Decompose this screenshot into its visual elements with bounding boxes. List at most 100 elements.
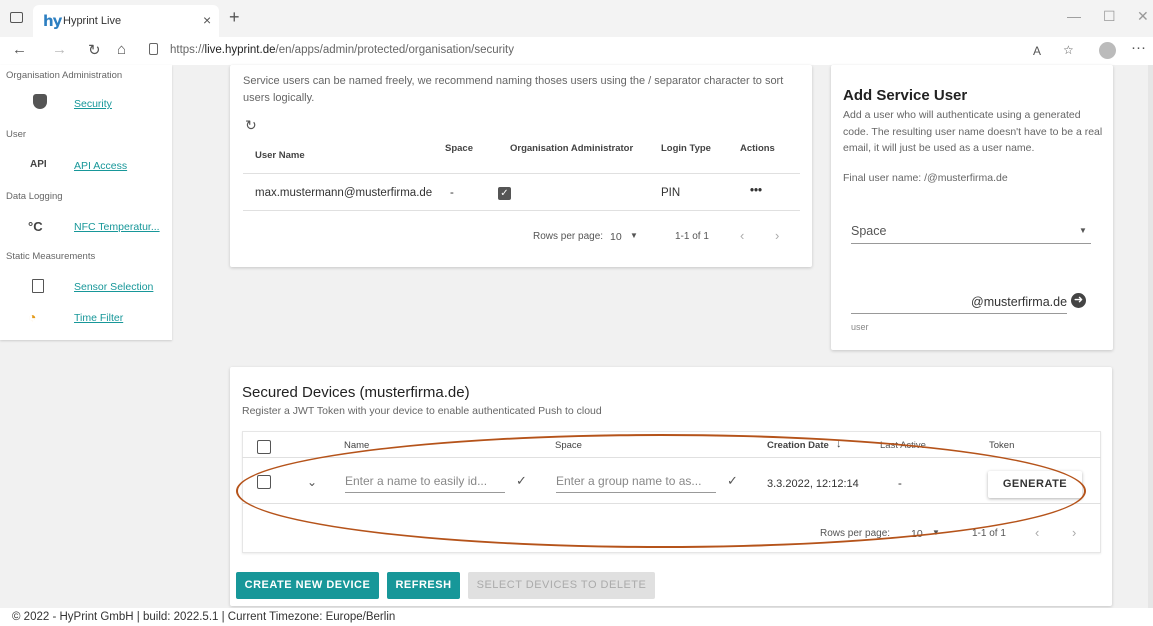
column-header-last-active[interactable]: Last Active — [880, 440, 926, 451]
address-bar: ← → ↻ ⌂ https://live.hyprint.de/en/apps/… — [0, 37, 1153, 65]
cell-last-active: - — [898, 478, 902, 490]
secured-devices-card: Secured Devices (musterfirma.de) Registe… — [230, 367, 1112, 606]
document-icon — [32, 279, 44, 293]
rows-per-page-select[interactable]: 10 — [610, 231, 622, 243]
time-filter-icon: ◔ — [28, 309, 37, 325]
divider — [243, 210, 800, 211]
sidebar-section-heading: User — [6, 129, 27, 140]
create-new-device-button[interactable]: CREATE NEW DEVICE — [236, 572, 379, 599]
sidebar-item-nfc-temperature[interactable]: NFC Temperatur... — [74, 221, 160, 233]
confirm-space-icon[interactable]: ✓ — [727, 473, 738, 489]
user-input[interactable] — [851, 313, 1067, 314]
sidebar-item-security[interactable]: Security — [74, 98, 112, 110]
new-tab-icon[interactable]: + — [229, 7, 240, 28]
tab-close-icon[interactable]: × — [203, 12, 211, 28]
lock-icon[interactable] — [149, 43, 158, 55]
column-header-org-admin[interactable]: Organisation Administrator — [510, 143, 633, 154]
space-underline — [851, 243, 1091, 244]
window-close-icon[interactable]: ✕ — [1137, 8, 1149, 25]
column-header-login-type[interactable]: Login Type — [661, 143, 711, 154]
column-header-actions[interactable]: Actions — [740, 143, 775, 154]
service-users-card: Service users can be named freely, we re… — [230, 65, 812, 267]
divider — [242, 503, 1101, 504]
sidebar-item-sensor-selection[interactable]: Sensor Selection — [74, 281, 153, 293]
divider — [242, 457, 1101, 458]
rows-per-page-label: Rows per page: — [820, 528, 891, 539]
add-service-user-title: Add Service User — [843, 87, 968, 104]
temperature-icon: °C — [28, 219, 43, 234]
footer: © 2022 - HyPrint GmbH | build: 2022.5.1 … — [0, 608, 1153, 626]
org-admin-checkbox[interactable]: ✓ — [498, 187, 511, 200]
secured-devices-subtitle: Register a JWT Token with your device to… — [242, 405, 602, 417]
sidebar-section-heading: Organisation Administration — [6, 70, 123, 81]
maximize-icon[interactable]: ☐ — [1103, 8, 1116, 25]
device-name-input[interactable]: Enter a name to easily id... — [345, 474, 487, 488]
cell-login-type: PIN — [661, 187, 681, 199]
user-field-label: user — [851, 322, 869, 332]
column-header-space[interactable]: Space — [445, 143, 473, 154]
browser-titlebar: hy Hyprint Live × + — ☐ ✕ — [0, 0, 1153, 37]
read-aloud-icon[interactable]: A — [1033, 44, 1041, 58]
cell-space: - — [450, 187, 454, 199]
minimize-icon[interactable]: — — [1067, 8, 1081, 24]
browser-tab[interactable]: hy Hyprint Live × — [33, 5, 219, 37]
device-name-underline — [345, 492, 505, 493]
select-all-checkbox[interactable] — [257, 440, 271, 454]
reload-icon[interactable]: ↻ — [88, 41, 101, 59]
forward-icon[interactable]: → — [52, 41, 67, 58]
generate-token-button[interactable]: GENERATE — [988, 471, 1082, 498]
pagination-range: 1-1 of 1 — [972, 528, 1006, 539]
hyprint-logo-icon: hy — [43, 12, 62, 30]
shield-icon — [33, 94, 47, 109]
row-actions-icon[interactable]: ••• — [750, 185, 762, 197]
rows-per-page-chevron-icon[interactable]: ▼ — [630, 231, 638, 240]
prev-page-icon[interactable]: ‹ — [740, 228, 744, 243]
select-devices-to-delete-button[interactable]: SELECT DEVICES TO DELETE — [468, 572, 655, 599]
expand-row-icon[interactable]: ⌄ — [307, 475, 317, 489]
device-space-input[interactable]: Enter a group name to as... — [556, 474, 701, 488]
column-header-user-name[interactable]: User Name — [255, 150, 305, 161]
space-select[interactable]: Space — [851, 224, 886, 238]
sort-arrow-icon[interactable]: ↓ — [836, 438, 842, 450]
final-user-name: Final user name: /@musterfirma.de — [843, 172, 1008, 184]
back-icon[interactable]: ← — [12, 41, 27, 58]
rows-per-page-select[interactable]: 10 — [911, 528, 923, 540]
home-icon[interactable]: ⌂ — [117, 41, 126, 58]
service-users-description: Service users can be named freely, we re… — [243, 75, 784, 104]
divider — [243, 173, 800, 174]
sidebar-section-heading: Data Logging — [6, 191, 63, 202]
tab-actions-icon[interactable] — [10, 12, 23, 23]
favorites-icon[interactable]: ☆ — [1063, 43, 1074, 57]
column-header-creation-date[interactable]: Creation Date — [767, 440, 829, 451]
scrollbar[interactable] — [1148, 65, 1153, 626]
next-page-icon[interactable]: › — [1072, 525, 1076, 540]
sidebar: Organisation Administration Security Use… — [0, 65, 172, 340]
row-checkbox[interactable] — [257, 475, 271, 489]
secured-devices-title: Secured Devices (musterfirma.de) — [242, 384, 470, 401]
column-header-name[interactable]: Name — [344, 440, 369, 451]
sidebar-section-heading: Static Measurements — [6, 251, 96, 262]
api-icon: API — [30, 159, 47, 170]
add-service-user-card: Add Service User Add a user who will aut… — [831, 65, 1113, 350]
space-dropdown-icon[interactable]: ▼ — [1079, 226, 1087, 235]
confirm-name-icon[interactable]: ✓ — [516, 473, 527, 489]
rows-per-page-chevron-icon[interactable]: ▼ — [932, 528, 940, 537]
refresh-button[interactable]: REFRESH — [387, 572, 460, 599]
rows-per-page-label: Rows per page: — [533, 231, 604, 242]
pagination-range: 1-1 of 1 — [675, 231, 709, 242]
prev-page-icon[interactable]: ‹ — [1035, 525, 1039, 540]
submit-arrow-icon[interactable]: ➜ — [1071, 293, 1086, 308]
profile-avatar[interactable] — [1099, 42, 1116, 59]
sidebar-item-time-filter[interactable]: Time Filter — [74, 312, 123, 324]
device-space-underline — [556, 492, 716, 493]
column-header-token[interactable]: Token — [989, 440, 1014, 451]
column-header-space[interactable]: Space — [555, 440, 582, 451]
sidebar-item-api-access[interactable]: API Access — [74, 160, 127, 172]
more-icon[interactable]: ··· — [1131, 39, 1146, 56]
url-field[interactable]: https://live.hyprint.de/en/apps/admin/pr… — [170, 44, 514, 56]
refresh-icon[interactable]: ↻ — [245, 117, 257, 134]
domain-suffix: @musterfirma.de — [971, 295, 1068, 309]
add-service-user-description: Add a user who will authenticate using a… — [843, 109, 1103, 154]
next-page-icon[interactable]: › — [775, 228, 779, 243]
cell-user-name: max.mustermann@musterfirma.de — [255, 187, 433, 199]
